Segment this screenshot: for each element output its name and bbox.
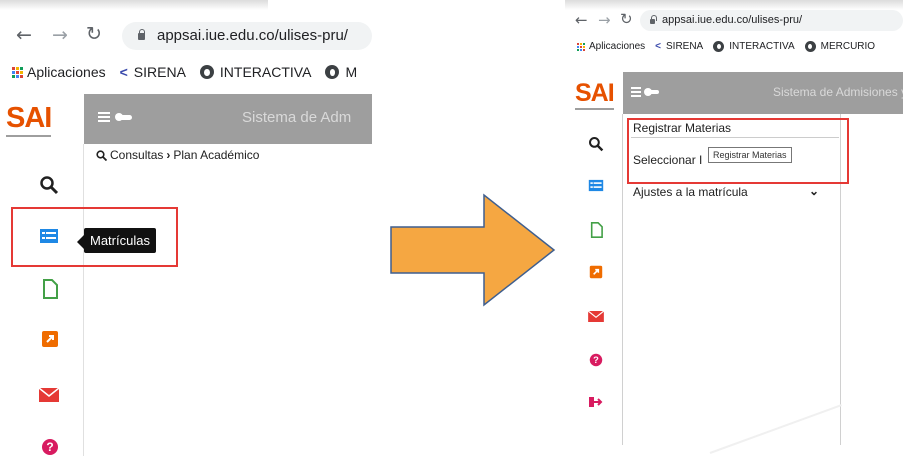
search-icon bbox=[96, 149, 107, 161]
list-icon[interactable] bbox=[587, 176, 605, 194]
bookmark-label: Aplicaciones bbox=[27, 64, 106, 80]
lock-icon bbox=[650, 15, 657, 24]
toggle-switch[interactable] bbox=[115, 113, 132, 121]
window-edge bbox=[565, 0, 903, 10]
document-icon[interactable] bbox=[39, 278, 61, 300]
chevron-right-icon: › bbox=[166, 148, 171, 162]
sirena-icon: < bbox=[655, 41, 661, 52]
bookmarks-bar: Aplicaciones < SIRENA INTERACTIVA MERCUR… bbox=[577, 41, 875, 52]
external-link-icon[interactable] bbox=[587, 263, 605, 281]
left-screenshot: ← → ↻ appsai.iue.edu.co/ulises-pru/ Apli… bbox=[0, 0, 372, 456]
apps-grid-icon bbox=[577, 42, 585, 51]
logo-underline bbox=[575, 108, 614, 110]
menu-item-ajustes-matricula[interactable]: Ajustes a la matrícula bbox=[633, 185, 748, 199]
globe-icon bbox=[325, 65, 340, 79]
bookmarks-bar: Aplicaciones < SIRENA INTERACTIVA M bbox=[12, 64, 357, 80]
mail-icon[interactable] bbox=[38, 384, 60, 406]
bookmark-label: INTERACTIVA bbox=[219, 64, 312, 80]
bookmark-label: M bbox=[345, 64, 358, 80]
app-title: Sistema de Admisiones y bbox=[773, 85, 903, 99]
reload-icon[interactable]: ↻ bbox=[86, 23, 102, 45]
toggle-switch[interactable] bbox=[644, 88, 659, 96]
app-header: Sistema de Admisiones y bbox=[623, 72, 903, 114]
logo-text: SAI bbox=[575, 79, 615, 107]
bookmark-label: MERCURIO bbox=[820, 41, 876, 52]
bookmark-label: Aplicaciones bbox=[589, 41, 646, 52]
tooltip-matriculas: Matrículas bbox=[77, 228, 156, 253]
bookmark-label: INTERACTIVA bbox=[729, 41, 795, 52]
svg-text:?: ? bbox=[593, 355, 599, 365]
svg-text:?: ? bbox=[46, 440, 53, 454]
bookmark-apps[interactable]: Aplicaciones bbox=[577, 41, 645, 52]
logo-underline bbox=[6, 135, 52, 137]
forward-icon[interactable]: → bbox=[598, 11, 611, 29]
mail-icon[interactable] bbox=[587, 307, 605, 325]
forward-icon[interactable]: → bbox=[52, 24, 68, 46]
search-icon[interactable] bbox=[38, 174, 60, 196]
bookmark-apps[interactable]: Aplicaciones bbox=[12, 64, 106, 80]
bookmark-label: SIRENA bbox=[133, 64, 186, 80]
bookmark-label: SIRENA bbox=[666, 41, 704, 52]
logo-text: SAI bbox=[6, 102, 52, 134]
breadcrumb-root[interactable]: Consultas bbox=[110, 148, 163, 162]
bookmark-sirena[interactable]: < SIRENA bbox=[655, 41, 703, 52]
hamburger-icon[interactable] bbox=[631, 87, 641, 99]
bookmark-interactiva[interactable]: INTERACTIVA bbox=[713, 41, 795, 52]
back-icon[interactable]: ← bbox=[575, 11, 588, 29]
sidebar: ? bbox=[0, 144, 84, 456]
bookmark-sirena[interactable]: < SIRENA bbox=[120, 64, 186, 80]
sai-logo[interactable]: SAI bbox=[575, 79, 615, 110]
globe-icon bbox=[199, 65, 214, 79]
chevron-down-icon[interactable]: ⌄ bbox=[809, 184, 819, 198]
document-icon[interactable] bbox=[587, 221, 605, 239]
back-icon[interactable]: ← bbox=[16, 24, 32, 46]
bookmark-m[interactable]: M bbox=[325, 64, 357, 80]
globe-icon bbox=[713, 41, 725, 52]
sirena-icon: < bbox=[119, 64, 128, 80]
window-edge bbox=[0, 0, 268, 10]
bookmark-interactiva[interactable]: INTERACTIVA bbox=[199, 64, 312, 80]
bookmark-mercurio[interactable]: MERCURIO bbox=[804, 41, 876, 52]
arrow-right-icon bbox=[390, 193, 556, 307]
breadcrumb: Consultas › Plan Académico bbox=[96, 148, 259, 162]
globe-icon bbox=[804, 41, 816, 52]
help-icon[interactable]: ? bbox=[587, 351, 605, 369]
right-screenshot: ← → ↻ appsai.iue.edu.co/ulises-pru/ Apli… bbox=[565, 0, 903, 445]
reload-icon[interactable]: ↻ bbox=[620, 10, 633, 28]
app-title: Sistema de Adm bbox=[242, 109, 352, 126]
url-text[interactable]: appsai.iue.edu.co/ulises-pru/ bbox=[157, 27, 348, 44]
help-icon[interactable]: ? bbox=[39, 436, 61, 456]
hamburger-icon[interactable] bbox=[98, 112, 110, 124]
app-header: Sistema de Adm bbox=[84, 94, 372, 144]
logout-icon[interactable] bbox=[587, 393, 605, 411]
breadcrumb-current: Plan Académico bbox=[173, 148, 260, 162]
url-text[interactable]: appsai.iue.edu.co/ulises-pru/ bbox=[662, 14, 802, 26]
lock-icon bbox=[138, 29, 145, 40]
apps-grid-icon bbox=[12, 66, 23, 78]
highlight-box bbox=[627, 118, 849, 184]
sidebar: ? bbox=[565, 114, 623, 445]
sai-logo[interactable]: SAI bbox=[6, 102, 52, 137]
search-icon[interactable] bbox=[587, 135, 605, 153]
external-link-icon[interactable] bbox=[39, 328, 61, 350]
